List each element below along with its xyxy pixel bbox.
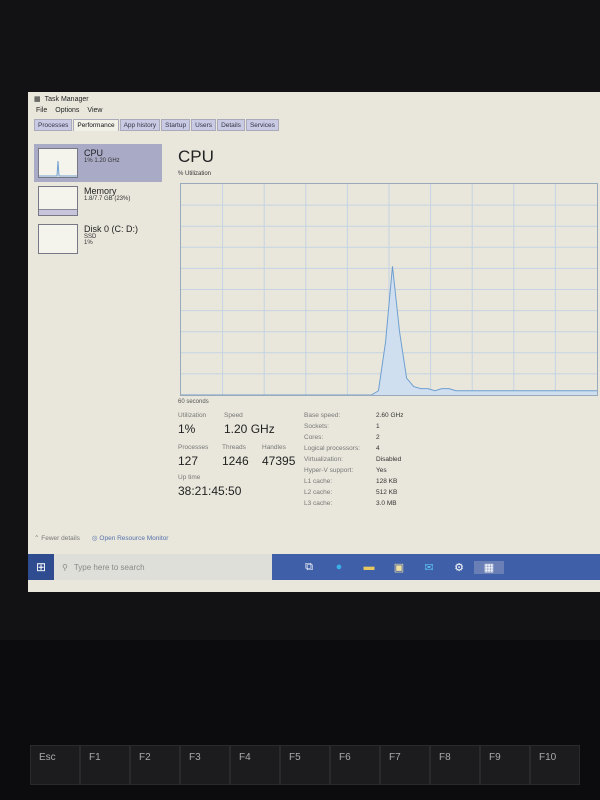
sidebar-item-memory[interactable]: Memory 1.8/7.7 GB (23%) (34, 182, 162, 220)
fewer-details-button[interactable]: ⌃ Fewer details (34, 534, 80, 542)
key-esc: Esc (30, 745, 80, 785)
sidebar-item-cpu[interactable]: CPU 1% 1.20 GHz (34, 144, 162, 182)
cpu-thumbnail (38, 148, 78, 178)
utilization-value: 1% (178, 422, 196, 436)
main-panel: CPU % Utilization 60 seconds Utilization… (178, 147, 600, 507)
processes-label: Processes (178, 444, 209, 451)
spec-label: Base speed: (304, 412, 341, 419)
time-axis-label: 60 seconds (178, 399, 209, 405)
tab-startup[interactable]: Startup (161, 119, 191, 131)
sidebar-item-disk[interactable]: Disk 0 (C: D:) SSD 1% (34, 220, 162, 258)
utilization-axis-label: % Utilization (178, 171, 212, 177)
menu-options[interactable]: Options (55, 107, 79, 117)
spec-label: Logical processors: (304, 445, 360, 452)
task-manager-taskbar-icon[interactable]: ▦ (474, 560, 504, 574)
utilization-label: Utilization (178, 412, 207, 419)
footer: ⌃ Fewer details ◎ Open Resource Monitor (34, 534, 168, 542)
spec-label: Cores: (304, 434, 324, 441)
spec-label: L2 cache: (304, 489, 333, 496)
handles-value: 47395 (262, 454, 296, 468)
key-f9: F9 (480, 745, 530, 785)
screen: ▦ Task Manager File Options View Processe… (28, 92, 600, 592)
spec-label: L1 cache: (304, 478, 333, 485)
threads-value: 1246 (222, 454, 249, 468)
title-bar: ▦ Task Manager (28, 92, 600, 106)
spec-value: Yes (376, 467, 387, 474)
key-f4: F4 (230, 745, 280, 785)
key-f5: F5 (280, 745, 330, 785)
search-placeholder: Type here to search (73, 562, 145, 572)
tab-processes[interactable]: Processes (34, 119, 73, 131)
windows-start-icon[interactable]: ⊞ (28, 554, 54, 580)
resource-monitor-label: Open Resource Monitor (99, 535, 169, 542)
memory-thumbnail (38, 186, 78, 216)
spec-value: 512 KB (376, 489, 398, 496)
file-explorer-icon[interactable]: ▬ (354, 561, 384, 573)
key-f1: F1 (80, 745, 130, 785)
spec-value: Disabled (376, 456, 402, 463)
key-f7: F7 (380, 745, 430, 785)
fewer-details-label: Fewer details (41, 535, 80, 542)
sidebar-sub: 1% 1.20 GHz (84, 158, 120, 164)
key-f10: F10 (530, 745, 580, 785)
speed-value: 1.20 GHz (224, 422, 275, 436)
spec-value: 2.60 GHz (376, 412, 404, 419)
sidebar-label: Disk 0 (C: D:) (84, 224, 138, 234)
page-title: CPU (178, 147, 214, 166)
search-icon: ⚲ (62, 562, 68, 572)
taskbar-search[interactable]: ⚲ Type here to search (54, 554, 272, 580)
tab-details[interactable]: Details (217, 119, 245, 131)
key-f2: F2 (130, 745, 180, 785)
spec-value: 3.0 MB (376, 500, 397, 507)
sidebar-label: Memory (84, 186, 117, 196)
disk-thumbnail (38, 224, 78, 254)
taskbar: ⊞ ⚲ Type here to search ⧉ ● ▬ ▣ ✉ ⚙ ▦ (28, 554, 600, 580)
window-title: Task Manager (44, 95, 89, 103)
sidebar: CPU 1% 1.20 GHz Memory 1.8/7.7 GB (23%) Di… (34, 144, 162, 544)
spec-label: Virtualization: (304, 456, 343, 463)
store-icon[interactable]: ▣ (384, 561, 414, 574)
processes-value: 127 (178, 454, 199, 468)
menu-view[interactable]: View (87, 107, 102, 117)
key-f8: F8 (430, 745, 480, 785)
key-f3: F3 (180, 745, 230, 785)
tab-app-history[interactable]: App history (119, 119, 161, 131)
key-f6: F6 (330, 745, 380, 785)
tab-services[interactable]: Services (245, 119, 279, 131)
sidebar-sub: 1.8/7.7 GB (23%) (84, 196, 131, 202)
cpu-graph (180, 183, 598, 396)
sidebar-sub2: 1% (84, 240, 93, 246)
spec-value: 2 (376, 434, 380, 441)
sidebar-label: CPU (84, 148, 104, 158)
tab-bar: Processes Performance App history Startu… (28, 118, 600, 132)
stats-panel: Utilization 1% Speed 1.20 GHz Processes … (178, 412, 598, 532)
mail-icon[interactable]: ✉ (414, 561, 444, 574)
cpu-thumb-graph (39, 160, 77, 177)
keyboard: Esc F1 F2 F3 F4 F5 F6 F7 F8 F9 F10 (0, 640, 600, 800)
tab-users[interactable]: Users (191, 119, 217, 131)
spec-label: Hyper-V support: (304, 467, 354, 474)
speed-label: Speed (224, 412, 243, 419)
tab-performance[interactable]: Performance (73, 119, 119, 131)
menu-bar: File Options View (28, 106, 600, 118)
settings-gear-icon[interactable]: ⚙ (444, 561, 474, 574)
threads-label: Threads (222, 444, 246, 451)
spec-value: 4 (376, 445, 380, 452)
spec-label: Sockets: (304, 423, 329, 430)
uptime-value: 38:21:45:50 (178, 484, 242, 498)
open-resource-monitor-link[interactable]: ◎ Open Resource Monitor (92, 534, 169, 542)
memory-fill (39, 208, 77, 215)
spec-value: 128 KB (376, 478, 398, 485)
spec-label: L3 cache: (304, 500, 333, 507)
uptime-label: Up time (178, 474, 201, 481)
task-view-icon[interactable]: ⧉ (294, 561, 324, 574)
edge-icon[interactable]: ● (324, 561, 354, 573)
task-manager-icon: ▦ (34, 96, 41, 103)
handles-label: Handles (262, 444, 286, 451)
spec-value: 1 (376, 423, 380, 430)
menu-file[interactable]: File (36, 107, 47, 117)
